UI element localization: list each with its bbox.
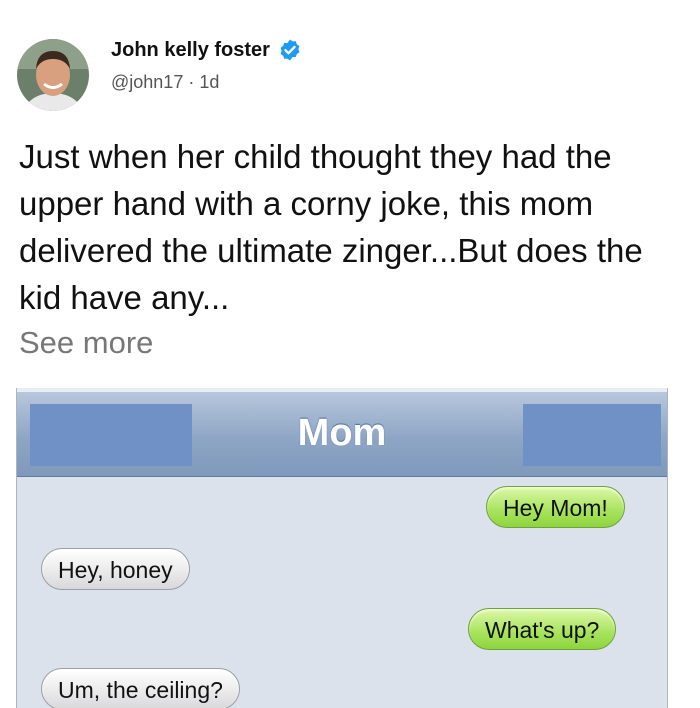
message-bubble-outgoing: Hey Mom! — [486, 486, 625, 528]
avatar[interactable] — [17, 39, 89, 111]
author-meta: @john17 · 1d — [111, 72, 219, 93]
author-handle[interactable]: @john17 — [111, 72, 183, 92]
post-time[interactable]: 1d — [199, 72, 219, 92]
post-text: Just when her child thought they had the… — [19, 138, 643, 316]
message-bubble-incoming: Um, the ceiling? — [41, 668, 240, 708]
meta-separator: · — [188, 72, 195, 92]
author-name-row[interactable]: John kelly foster — [111, 38, 302, 62]
avatar-photo — [17, 39, 89, 111]
screenshot-header-bar: Mom — [17, 392, 667, 477]
conversation-title: Mom — [297, 412, 387, 454]
verified-badge-icon — [280, 39, 300, 61]
author-name[interactable]: John kelly foster — [111, 39, 270, 62]
message-bubble-outgoing: What's up? — [468, 608, 617, 650]
message-bubble-incoming: Hey, honey — [41, 548, 190, 590]
see-more-link[interactable]: See more — [19, 325, 153, 361]
embedded-screenshot[interactable]: Mom Hey Mom! Hey, honey What's up? Um, t… — [16, 388, 668, 708]
